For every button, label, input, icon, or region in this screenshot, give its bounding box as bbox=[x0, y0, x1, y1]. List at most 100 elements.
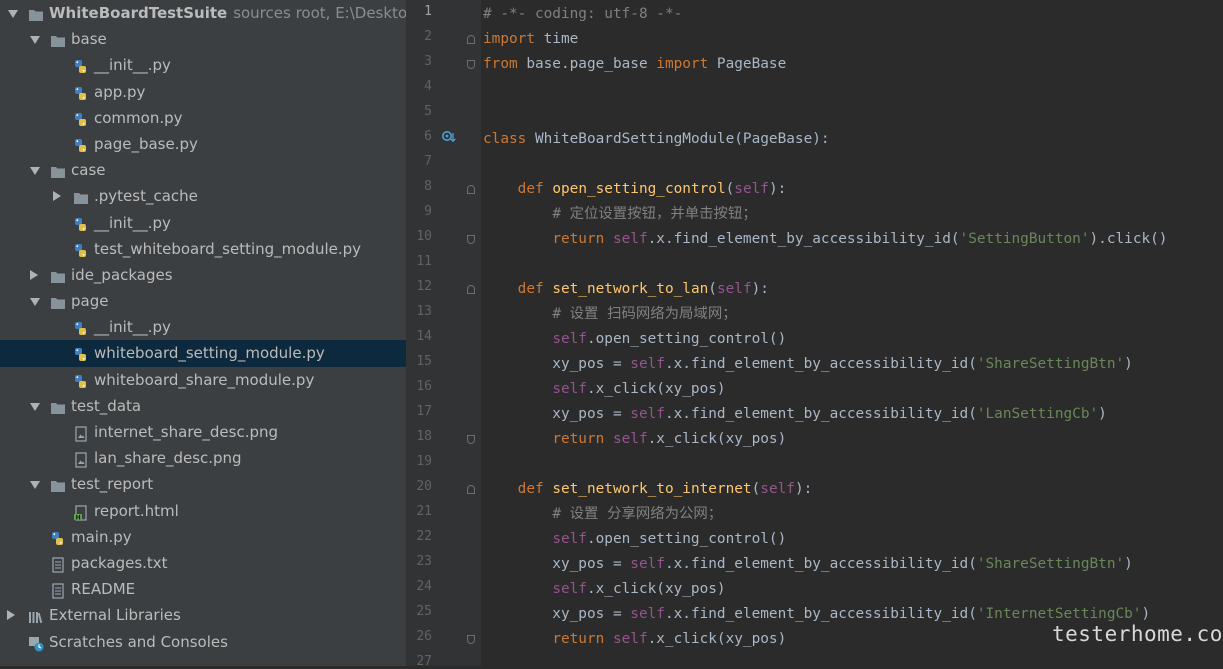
tree-item-whiteboard-share-module-py[interactable]: whiteboard_share_module.py bbox=[0, 367, 406, 393]
python-file-icon bbox=[73, 345, 89, 362]
code-line[interactable]: xy_pos = self.x.find_element_by_accessib… bbox=[483, 554, 1133, 574]
code-line[interactable]: return self.x_click(xy_pos) bbox=[483, 429, 786, 449]
code-line[interactable]: self.x_click(xy_pos) bbox=[483, 579, 725, 599]
fold-start-icon[interactable] bbox=[467, 185, 475, 194]
tree-item-report-html[interactable]: Hreport.html bbox=[0, 498, 406, 524]
line-number[interactable]: 3 bbox=[406, 54, 432, 69]
python-file-icon bbox=[73, 215, 89, 231]
tree-item-base[interactable]: base bbox=[0, 26, 406, 52]
line-number[interactable]: 7 bbox=[406, 154, 432, 169]
line-number[interactable]: 1 bbox=[406, 4, 432, 19]
line-number[interactable]: 9 bbox=[406, 204, 432, 219]
code-line[interactable]: # 设置 分享网络为公网； bbox=[483, 504, 722, 524]
code-line[interactable]: import time bbox=[483, 29, 578, 49]
line-number[interactable]: 21 bbox=[406, 504, 432, 519]
line-number[interactable]: 18 bbox=[406, 429, 432, 444]
tree-item-init-py[interactable]: __init__.py bbox=[0, 52, 406, 78]
collapse-arrow-icon[interactable] bbox=[30, 36, 40, 45]
line-number[interactable]: 17 bbox=[406, 404, 432, 419]
line-number[interactable]: 23 bbox=[406, 554, 432, 569]
code-line[interactable]: self.x_click(xy_pos) bbox=[483, 379, 725, 399]
code-line[interactable]: # -*- coding: utf-8 -*- bbox=[483, 4, 682, 24]
line-number[interactable]: 16 bbox=[406, 379, 432, 394]
code-line[interactable]: def set_network_to_lan(self): bbox=[483, 279, 769, 299]
tree-item-test-whiteboard-setting-module-py[interactable]: test_whiteboard_setting_module.py bbox=[0, 236, 406, 262]
tree-item-pytest-cache[interactable]: .pytest_cache bbox=[0, 183, 406, 209]
code-line[interactable]: # 定位设置按钮，并单击按钮； bbox=[483, 204, 756, 224]
code-line[interactable]: def set_network_to_internet(self): bbox=[483, 479, 813, 499]
expand-arrow-icon[interactable] bbox=[7, 610, 15, 621]
line-number[interactable]: 20 bbox=[406, 479, 432, 494]
html-file-icon: H bbox=[73, 503, 89, 521]
fold-end-icon[interactable] bbox=[467, 235, 475, 244]
tree-item-packages-txt[interactable]: packages.txt bbox=[0, 550, 406, 576]
code-editor[interactable]: # -*- coding: utf-8 -*- import time from b… bbox=[481, 0, 1223, 666]
line-number[interactable]: 11 bbox=[406, 254, 432, 269]
code-line[interactable]: self.open_setting_control() bbox=[483, 529, 786, 549]
fold-start-icon[interactable] bbox=[467, 35, 475, 44]
tree-item-common-py[interactable]: common.py bbox=[0, 105, 406, 131]
project-tree-panel: WhiteBoardTestSuite sources root, E:\Desk… bbox=[0, 0, 406, 666]
line-number[interactable]: 12 bbox=[406, 279, 432, 294]
line-number[interactable]: 26 bbox=[406, 629, 432, 644]
line-number[interactable]: 6 bbox=[406, 129, 432, 144]
line-number[interactable]: 22 bbox=[406, 529, 432, 544]
tree-item-internet-share-desc-png[interactable]: internet_share_desc.png bbox=[0, 419, 406, 445]
project-root-hint: sources root, E:\Desktop\ bbox=[233, 4, 406, 22]
code-line[interactable]: # 设置 扫码网络为局域网； bbox=[483, 304, 736, 324]
code-line[interactable]: xy_pos = self.x.find_element_by_accessib… bbox=[483, 604, 1150, 624]
tree-item-whiteboard-setting-module-py[interactable]: whiteboard_setting_module.py bbox=[0, 340, 406, 367]
line-number[interactable]: 8 bbox=[406, 179, 432, 194]
code-line[interactable]: return self.x_click(xy_pos) bbox=[483, 629, 786, 649]
line-number[interactable]: 25 bbox=[406, 604, 432, 619]
line-number[interactable]: 24 bbox=[406, 579, 432, 594]
fold-start-icon[interactable] bbox=[467, 485, 475, 494]
line-number[interactable]: 19 bbox=[406, 454, 432, 469]
line-number[interactable]: 27 bbox=[406, 654, 432, 669]
code-line[interactable]: class WhiteBoardSettingModule(PageBase): bbox=[483, 129, 830, 149]
line-number[interactable]: 2 bbox=[406, 29, 432, 44]
tree-item-init-py[interactable]: __init__.py bbox=[0, 210, 406, 236]
code-line[interactable]: from base.page_base import PageBase bbox=[483, 54, 786, 74]
tree-item-test-report[interactable]: test_report bbox=[0, 471, 406, 497]
collapse-arrow-icon[interactable] bbox=[30, 402, 40, 411]
line-number[interactable]: 10 bbox=[406, 229, 432, 244]
line-number[interactable]: 14 bbox=[406, 329, 432, 344]
code-line[interactable]: xy_pos = self.x.find_element_by_accessib… bbox=[483, 404, 1107, 424]
tree-item-init-py[interactable]: __init__.py bbox=[0, 314, 406, 340]
tree-item-label: __init__.py bbox=[94, 318, 171, 337]
tree-item-main-py[interactable]: main.py bbox=[0, 524, 406, 550]
tree-item-label: page bbox=[71, 292, 109, 311]
code-line[interactable]: xy_pos = self.x.find_element_by_accessib… bbox=[483, 354, 1133, 374]
tree-item-page-base-py[interactable]: page_base.py bbox=[0, 131, 406, 157]
expand-arrow-icon[interactable] bbox=[53, 191, 61, 202]
line-number[interactable]: 4 bbox=[406, 79, 432, 94]
override-method-icon[interactable] bbox=[442, 130, 456, 144]
tree-item-lan-share-desc-png[interactable]: lan_share_desc.png bbox=[0, 445, 406, 471]
collapse-arrow-icon[interactable] bbox=[30, 298, 40, 307]
code-line[interactable]: self.open_setting_control() bbox=[483, 329, 786, 349]
tree-item-page[interactable]: page bbox=[0, 288, 406, 314]
line-number[interactable]: 13 bbox=[406, 304, 432, 319]
tree-item-scratches-and-consoles[interactable]: Scratches and Consoles bbox=[0, 629, 406, 655]
code-line[interactable]: return self.x.find_element_by_accessibil… bbox=[483, 229, 1167, 249]
line-number[interactable]: 15 bbox=[406, 354, 432, 369]
collapse-arrow-icon[interactable] bbox=[30, 481, 40, 490]
tree-item-case[interactable]: case bbox=[0, 157, 406, 183]
tree-item-app-py[interactable]: app.py bbox=[0, 79, 406, 105]
fold-end-icon[interactable] bbox=[467, 435, 475, 444]
expand-arrow-icon[interactable] bbox=[30, 269, 38, 280]
tree-item-ide-packages[interactable]: ide_packages bbox=[0, 262, 406, 288]
project-tree: WhiteBoardTestSuite sources root, E:\Desk… bbox=[0, 0, 406, 655]
tree-root-project[interactable]: WhiteBoardTestSuite sources root, E:\Desk… bbox=[0, 0, 406, 26]
collapse-arrow-icon[interactable] bbox=[30, 167, 40, 176]
line-number[interactable]: 5 bbox=[406, 104, 432, 119]
fold-end-icon[interactable] bbox=[467, 60, 475, 69]
collapse-arrow-icon[interactable] bbox=[8, 10, 18, 18]
code-line[interactable]: def open_setting_control(self): bbox=[483, 179, 787, 199]
fold-start-icon[interactable] bbox=[467, 285, 475, 294]
tree-item-readme[interactable]: README bbox=[0, 576, 406, 602]
tree-item-test-data[interactable]: test_data bbox=[0, 393, 406, 419]
fold-end-icon[interactable] bbox=[467, 635, 475, 644]
tree-item-external-libraries[interactable]: External Libraries bbox=[0, 602, 406, 628]
